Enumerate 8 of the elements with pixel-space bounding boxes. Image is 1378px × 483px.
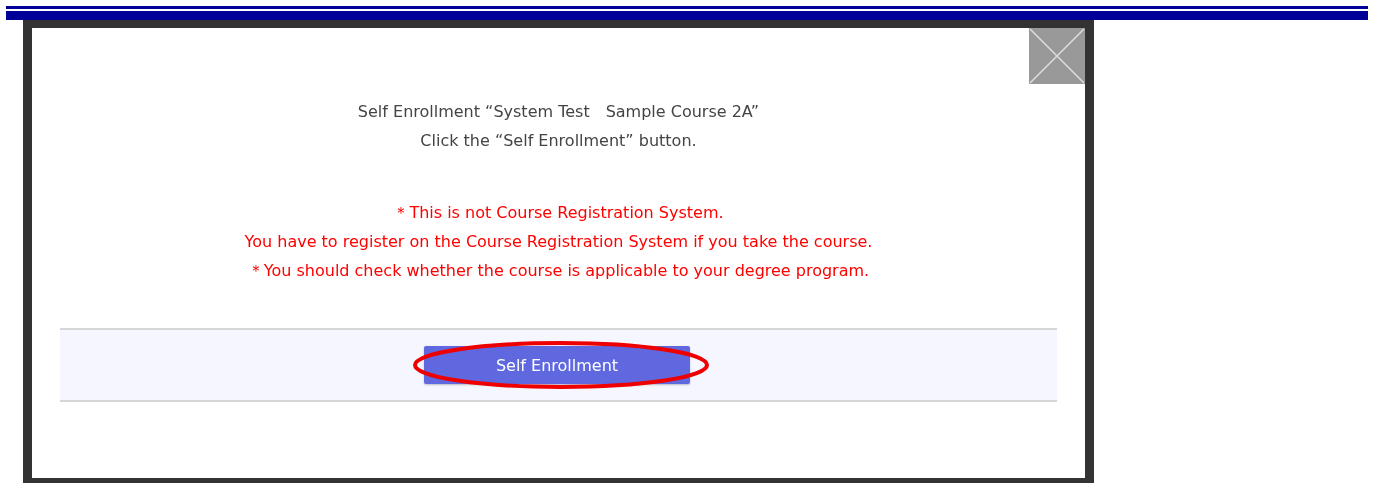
notice-text: ＊You should check whether the course is applicable to your degree program.: [247, 261, 870, 280]
notice-text: You have to register on the Course Registration System if you take the course.: [244, 232, 873, 251]
message-text: Click the “Self Enrollment” button.: [420, 131, 697, 150]
notice-text: ＊This is not Course Registration System.: [393, 203, 724, 222]
close-button[interactable]: [1029, 28, 1085, 84]
message-text: Self Enrollment “System Test Sample Course 2A”: [357, 102, 760, 121]
close-icon: [1029, 28, 1085, 84]
self-enrollment-button[interactable]: Self Enrollment: [424, 346, 690, 384]
